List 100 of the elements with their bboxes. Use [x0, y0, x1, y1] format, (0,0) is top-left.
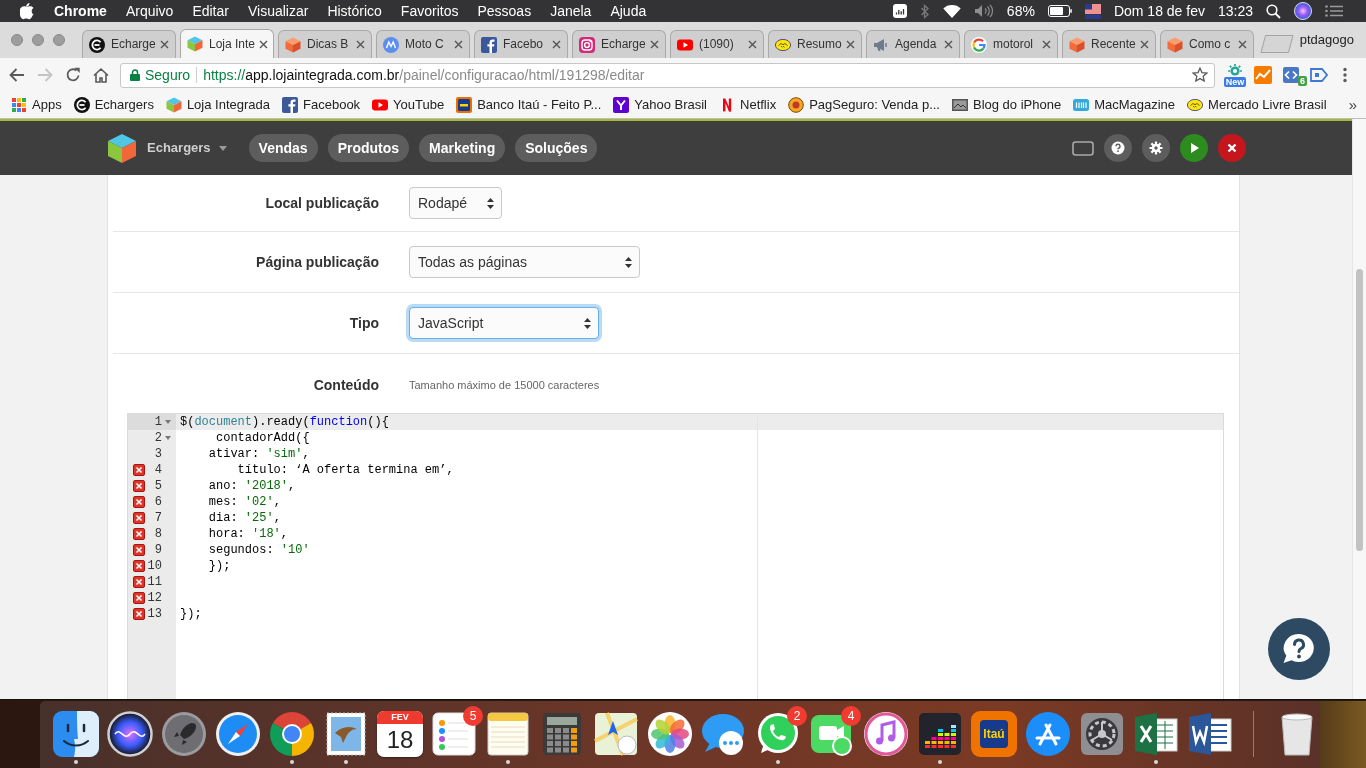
bluetooth-icon[interactable]	[919, 3, 930, 19]
compass-app-icon[interactable]	[215, 711, 261, 757]
bookmark-link[interactable]: Loja Integrada	[165, 97, 270, 113]
nav-menu-button[interactable]: Marketing	[419, 134, 506, 162]
bookmark-link[interactable]: PagSeguro: Venda p...	[788, 97, 940, 113]
fold-caret-icon[interactable]	[165, 436, 171, 440]
menu-icon[interactable]	[1343, 67, 1347, 83]
browser-tab[interactable]: Resumo	[768, 30, 862, 58]
back-arrow-icon[interactable]	[9, 68, 25, 82]
browser-tab[interactable]: Facebo	[474, 30, 568, 58]
bar-chart-icon[interactable]	[892, 4, 907, 18]
menu-item[interactable]: Histórico	[327, 2, 382, 20]
calendar-app-icon[interactable]: FEV 18	[377, 711, 423, 757]
nav-menu-button[interactable]: Vendas	[248, 134, 318, 162]
wifi-icon[interactable]	[942, 4, 961, 18]
browser-tab[interactable]: Loja Inte	[180, 29, 274, 58]
close-icon[interactable]	[1042, 40, 1051, 49]
circle-logo-app-icon[interactable]	[269, 711, 315, 757]
bookmark-link[interactable]: Banco Itaú - Feito P...	[456, 97, 602, 113]
scrollbar[interactable]	[1352, 119, 1366, 699]
browser-tab[interactable]: Dicas B	[278, 30, 372, 58]
bookmark-link[interactable]: YouTube	[372, 97, 445, 113]
menu-item[interactable]: Ajuda	[610, 2, 647, 20]
cube-logo-icon[interactable]	[107, 132, 137, 164]
select-dropdown[interactable]: JavaScript	[409, 307, 599, 339]
help-chat-icon[interactable]	[1268, 618, 1330, 680]
settings-icon[interactable]	[1142, 134, 1170, 162]
volume-icon[interactable]	[973, 4, 994, 18]
app-menu[interactable]: Chrome	[54, 2, 107, 20]
close-icon[interactable]	[944, 40, 953, 49]
address-bar[interactable]: Seguro https://app.lojaintegrada.com.br/painel/configuracao/html/191298/editar	[120, 62, 1215, 88]
face-app-icon[interactable]	[53, 711, 99, 757]
chart-extension-icon[interactable]	[1254, 66, 1272, 84]
menu-item[interactable]: Favoritos	[400, 2, 459, 20]
bookmark-link[interactable]: Blog do iPhone	[951, 97, 1062, 113]
profile-button[interactable]: ptdagogo	[1299, 32, 1354, 48]
apple-logo-icon[interactable]	[20, 2, 34, 20]
flower-app-icon[interactable]	[647, 711, 693, 757]
close-icon[interactable]	[454, 40, 463, 49]
orb-app-icon[interactable]	[107, 711, 153, 757]
close-icon[interactable]	[356, 40, 365, 49]
screen-icon[interactable]	[1072, 140, 1094, 156]
close-icon[interactable]	[1238, 40, 1247, 49]
help-icon[interactable]	[1104, 134, 1132, 162]
tag-extension-icon[interactable]	[1310, 68, 1328, 82]
browser-tab[interactable]: Como c	[1160, 30, 1254, 58]
close-icon[interactable]	[1218, 134, 1246, 162]
reload-icon[interactable]	[65, 67, 81, 83]
bookmark-link[interactable]: MacMagazine	[1073, 97, 1176, 113]
close-icon[interactable]	[1140, 40, 1149, 49]
menu-item[interactable]: Pessoas	[477, 2, 532, 20]
bookmark-link[interactable]: Yahoo Brasil	[613, 97, 707, 113]
notepad-app-icon[interactable]	[485, 711, 531, 757]
close-icon[interactable]	[160, 40, 169, 49]
bookmark-link[interactable]: Echargers	[73, 97, 154, 113]
equalizer-app-icon[interactable]	[917, 711, 963, 757]
map-app-icon[interactable]	[593, 711, 639, 757]
list-icon[interactable]	[1325, 5, 1343, 17]
menu-item[interactable]: Editar	[192, 2, 229, 20]
bookmark-link[interactable]: Netflix	[719, 97, 777, 113]
labeled-app-icon[interactable]: Itaú	[971, 711, 1017, 757]
close-icon[interactable]	[846, 40, 855, 49]
store-switcher[interactable]: Echargers	[147, 140, 227, 156]
fold-caret-icon[interactable]	[165, 420, 171, 424]
bookmark-link[interactable]: Apps	[11, 97, 62, 113]
orb-icon[interactable]	[1294, 2, 1312, 20]
flag-icon[interactable]	[1084, 3, 1101, 19]
document-app-icon[interactable]	[1187, 711, 1233, 757]
rocket-app-icon[interactable]	[161, 711, 207, 757]
bookmark-link[interactable]: Mercado Livre Brasil	[1187, 97, 1327, 113]
nav-menu-button[interactable]: Produtos	[327, 134, 410, 162]
browser-tab[interactable]: (1090)	[670, 30, 764, 58]
browser-tab[interactable]: Recente	[1062, 30, 1156, 58]
menu-item[interactable]: Visualizar	[247, 2, 309, 20]
code-extension-icon[interactable]	[1283, 67, 1299, 83]
browser-tab[interactable]: Echarge	[572, 30, 666, 58]
checklist-app-icon[interactable]	[431, 711, 477, 757]
search-icon[interactable]	[1266, 3, 1281, 19]
browser-tab[interactable]: Echarge	[82, 30, 176, 58]
speech-bubble-app-icon[interactable]	[701, 711, 747, 757]
close-icon[interactable]	[552, 40, 561, 49]
select-dropdown[interactable]: Rodapé	[409, 187, 502, 219]
spreadsheet-app-icon[interactable]	[1133, 711, 1179, 757]
sun-extension-icon[interactable]	[1226, 63, 1244, 77]
battery-icon[interactable]	[1047, 5, 1072, 17]
play-icon[interactable]	[1180, 134, 1208, 162]
gear-app-icon[interactable]	[1079, 711, 1125, 757]
home-icon[interactable]	[93, 67, 109, 83]
music-note-app-icon[interactable]	[863, 711, 909, 757]
select-dropdown[interactable]: Todas as páginas	[409, 246, 640, 278]
menu-item[interactable]: Janela	[550, 2, 592, 20]
a-logo-app-icon[interactable]	[1025, 711, 1071, 757]
bookmarks-overflow-button[interactable]: »	[1348, 96, 1357, 114]
close-icon[interactable]	[650, 40, 659, 49]
browser-tab[interactable]: Agenda	[866, 30, 960, 58]
menu-item[interactable]: Arquivo	[125, 2, 174, 20]
close-icon[interactable]	[748, 40, 757, 49]
browser-tab[interactable]: motorol	[964, 30, 1058, 58]
browser-tab[interactable]: Moto C	[376, 30, 470, 58]
bookmark-star-icon[interactable]	[1192, 67, 1208, 83]
